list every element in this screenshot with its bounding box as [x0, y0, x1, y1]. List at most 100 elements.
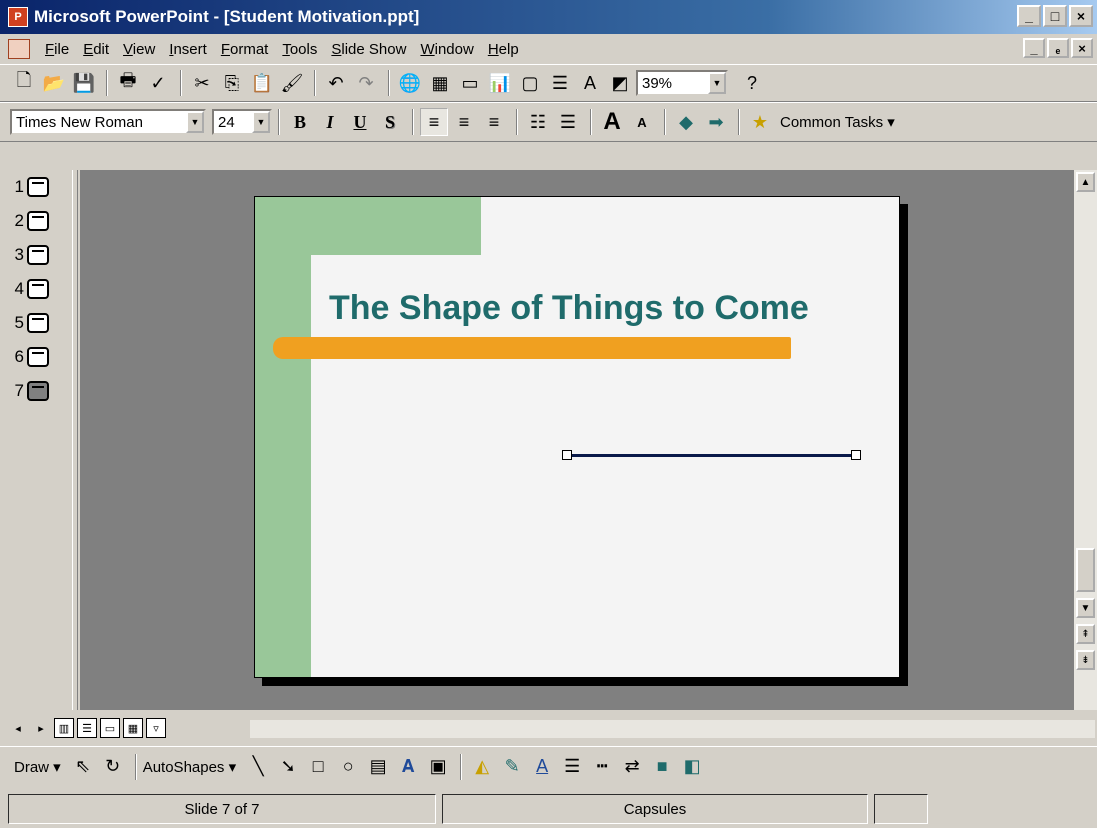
- copy-icon[interactable]: ⎘: [218, 69, 246, 97]
- promote-icon[interactable]: ◆: [672, 108, 700, 136]
- vertical-scrollbar[interactable]: ▲ ▼ ⇞ ⇟: [1074, 170, 1097, 710]
- doc-close-button[interactable]: ×: [1071, 38, 1093, 58]
- slide-sorter-view-icon[interactable]: ▦: [123, 718, 143, 738]
- menu-view[interactable]: View: [116, 41, 162, 58]
- common-tasks-icon[interactable]: ★: [746, 108, 774, 136]
- increase-font-button[interactable]: A: [598, 108, 626, 136]
- undo-icon[interactable]: ↶: [322, 69, 350, 97]
- expand-all-icon[interactable]: ☰: [546, 69, 574, 97]
- hyperlink-icon[interactable]: 🌐: [396, 69, 424, 97]
- new-icon[interactable]: 🗋: [10, 69, 38, 97]
- outline-view-icon[interactable]: ☰: [77, 718, 97, 738]
- bullets-icon[interactable]: ☰: [554, 108, 582, 136]
- demote-icon[interactable]: ➡: [702, 108, 730, 136]
- maximize-button[interactable]: □: [1043, 5, 1067, 27]
- outline-slide-2[interactable]: 2: [8, 204, 72, 238]
- rectangle-tool-icon[interactable]: □: [304, 753, 332, 781]
- normal-view-icon[interactable]: ▥: [54, 718, 74, 738]
- align-right-icon[interactable]: ≡: [480, 108, 508, 136]
- open-icon[interactable]: 📂: [40, 69, 68, 97]
- arrow-style-icon[interactable]: ⇄: [618, 753, 646, 781]
- horizontal-scrollbar[interactable]: [250, 720, 1095, 738]
- tables-borders-icon[interactable]: ▦: [426, 69, 454, 97]
- scroll-down-icon[interactable]: ▼: [1076, 598, 1095, 618]
- line-style-icon[interactable]: ☰: [558, 753, 586, 781]
- minimize-button[interactable]: _: [1017, 5, 1041, 27]
- 3d-icon[interactable]: ◧: [678, 753, 706, 781]
- text-box-icon[interactable]: ▤: [364, 753, 392, 781]
- outline-slide-3[interactable]: 3: [8, 238, 72, 272]
- menu-slide-show[interactable]: Slide Show: [324, 41, 413, 58]
- zoom-combo[interactable]: 39% ▼: [636, 70, 728, 96]
- pane-splitter[interactable]: [72, 170, 78, 710]
- doc-restore-button[interactable]: ₑ: [1047, 38, 1069, 58]
- insert-chart-icon[interactable]: 📊: [486, 69, 514, 97]
- cut-icon[interactable]: ✂: [188, 69, 216, 97]
- document-icon[interactable]: [8, 39, 30, 59]
- draw-menu-button[interactable]: Draw ▾: [14, 758, 61, 776]
- slide-view-icon[interactable]: ▭: [100, 718, 120, 738]
- format-painter-icon[interactable]: 🖌: [278, 69, 306, 97]
- outline-slide-5[interactable]: 5: [8, 306, 72, 340]
- font-color-icon[interactable]: A: [528, 753, 556, 781]
- numbering-icon[interactable]: ☷: [524, 108, 552, 136]
- outline-slide-6[interactable]: 6: [8, 340, 72, 374]
- redo-icon[interactable]: ↷: [352, 69, 380, 97]
- arrow-tool-icon[interactable]: ➘: [274, 753, 302, 781]
- close-button[interactable]: ×: [1069, 5, 1093, 27]
- outline-slide-4[interactable]: 4: [8, 272, 72, 306]
- chevron-down-icon[interactable]: ▼: [252, 111, 270, 133]
- menu-edit[interactable]: Edit: [76, 41, 116, 58]
- outline-scroll-right-icon[interactable]: ▸: [31, 718, 51, 738]
- grayscale-icon[interactable]: ◩: [606, 69, 634, 97]
- doc-minimize-button[interactable]: _: [1023, 38, 1045, 58]
- scroll-thumb[interactable]: [1076, 548, 1095, 592]
- menu-insert[interactable]: Insert: [162, 41, 214, 58]
- new-slide-icon[interactable]: ▢: [516, 69, 544, 97]
- shadow-button[interactable]: S: [376, 108, 404, 136]
- insert-clipart-icon[interactable]: ▣: [424, 753, 452, 781]
- select-objects-icon[interactable]: ⇖: [69, 753, 97, 781]
- save-icon[interactable]: 💾: [70, 69, 98, 97]
- line-color-icon[interactable]: ✎: [498, 753, 526, 781]
- slide-title[interactable]: The Shape of Things to Come: [329, 289, 809, 328]
- line-end-handle[interactable]: [851, 450, 861, 460]
- menu-tools[interactable]: Tools: [275, 41, 324, 58]
- fill-color-icon[interactable]: ◭: [468, 753, 496, 781]
- print-icon[interactable]: 🖶: [114, 69, 142, 97]
- oval-tool-icon[interactable]: ○: [334, 753, 362, 781]
- menu-window[interactable]: Window: [413, 41, 480, 58]
- dash-style-icon[interactable]: ┅: [588, 753, 616, 781]
- scroll-up-icon[interactable]: ▲: [1076, 172, 1095, 192]
- wordart-icon[interactable]: 𝐀: [394, 753, 422, 781]
- slide-canvas[interactable]: The Shape of Things to Come: [254, 196, 900, 678]
- slide-show-view-icon[interactable]: ▿: [146, 718, 166, 738]
- free-rotate-icon[interactable]: ↻: [99, 753, 127, 781]
- show-formatting-icon[interactable]: A: [576, 69, 604, 97]
- selected-line-shape[interactable]: [567, 454, 857, 457]
- chevron-down-icon[interactable]: ▼: [186, 111, 204, 133]
- help-icon[interactable]: ?: [738, 69, 766, 97]
- align-left-icon[interactable]: ≡: [420, 108, 448, 136]
- powerpoint-app-icon[interactable]: P: [8, 7, 28, 27]
- menu-format[interactable]: Format: [214, 41, 276, 58]
- paste-icon[interactable]: 📋: [248, 69, 276, 97]
- autoshapes-menu-button[interactable]: AutoShapes ▾: [143, 758, 236, 776]
- outline-slide-1[interactable]: 1: [8, 170, 72, 204]
- chevron-down-icon[interactable]: ▼: [708, 72, 726, 94]
- spelling-icon[interactable]: ✓: [144, 69, 172, 97]
- outline-scroll-left-icon[interactable]: ◂: [8, 718, 28, 738]
- menu-help[interactable]: Help: [481, 41, 526, 58]
- bold-button[interactable]: B: [286, 108, 314, 136]
- align-center-icon[interactable]: ≡: [450, 108, 478, 136]
- previous-slide-icon[interactable]: ⇞: [1076, 624, 1095, 644]
- underline-button[interactable]: U: [346, 108, 374, 136]
- outline-slide-7[interactable]: 7: [8, 374, 72, 408]
- common-tasks-button[interactable]: Common Tasks ▾: [776, 113, 895, 131]
- italic-button[interactable]: I: [316, 108, 344, 136]
- decrease-font-button[interactable]: A: [628, 108, 656, 136]
- line-tool-icon[interactable]: ╲: [244, 753, 272, 781]
- next-slide-icon[interactable]: ⇟: [1076, 650, 1095, 670]
- line-start-handle[interactable]: [562, 450, 572, 460]
- menu-file[interactable]: File: [38, 41, 76, 58]
